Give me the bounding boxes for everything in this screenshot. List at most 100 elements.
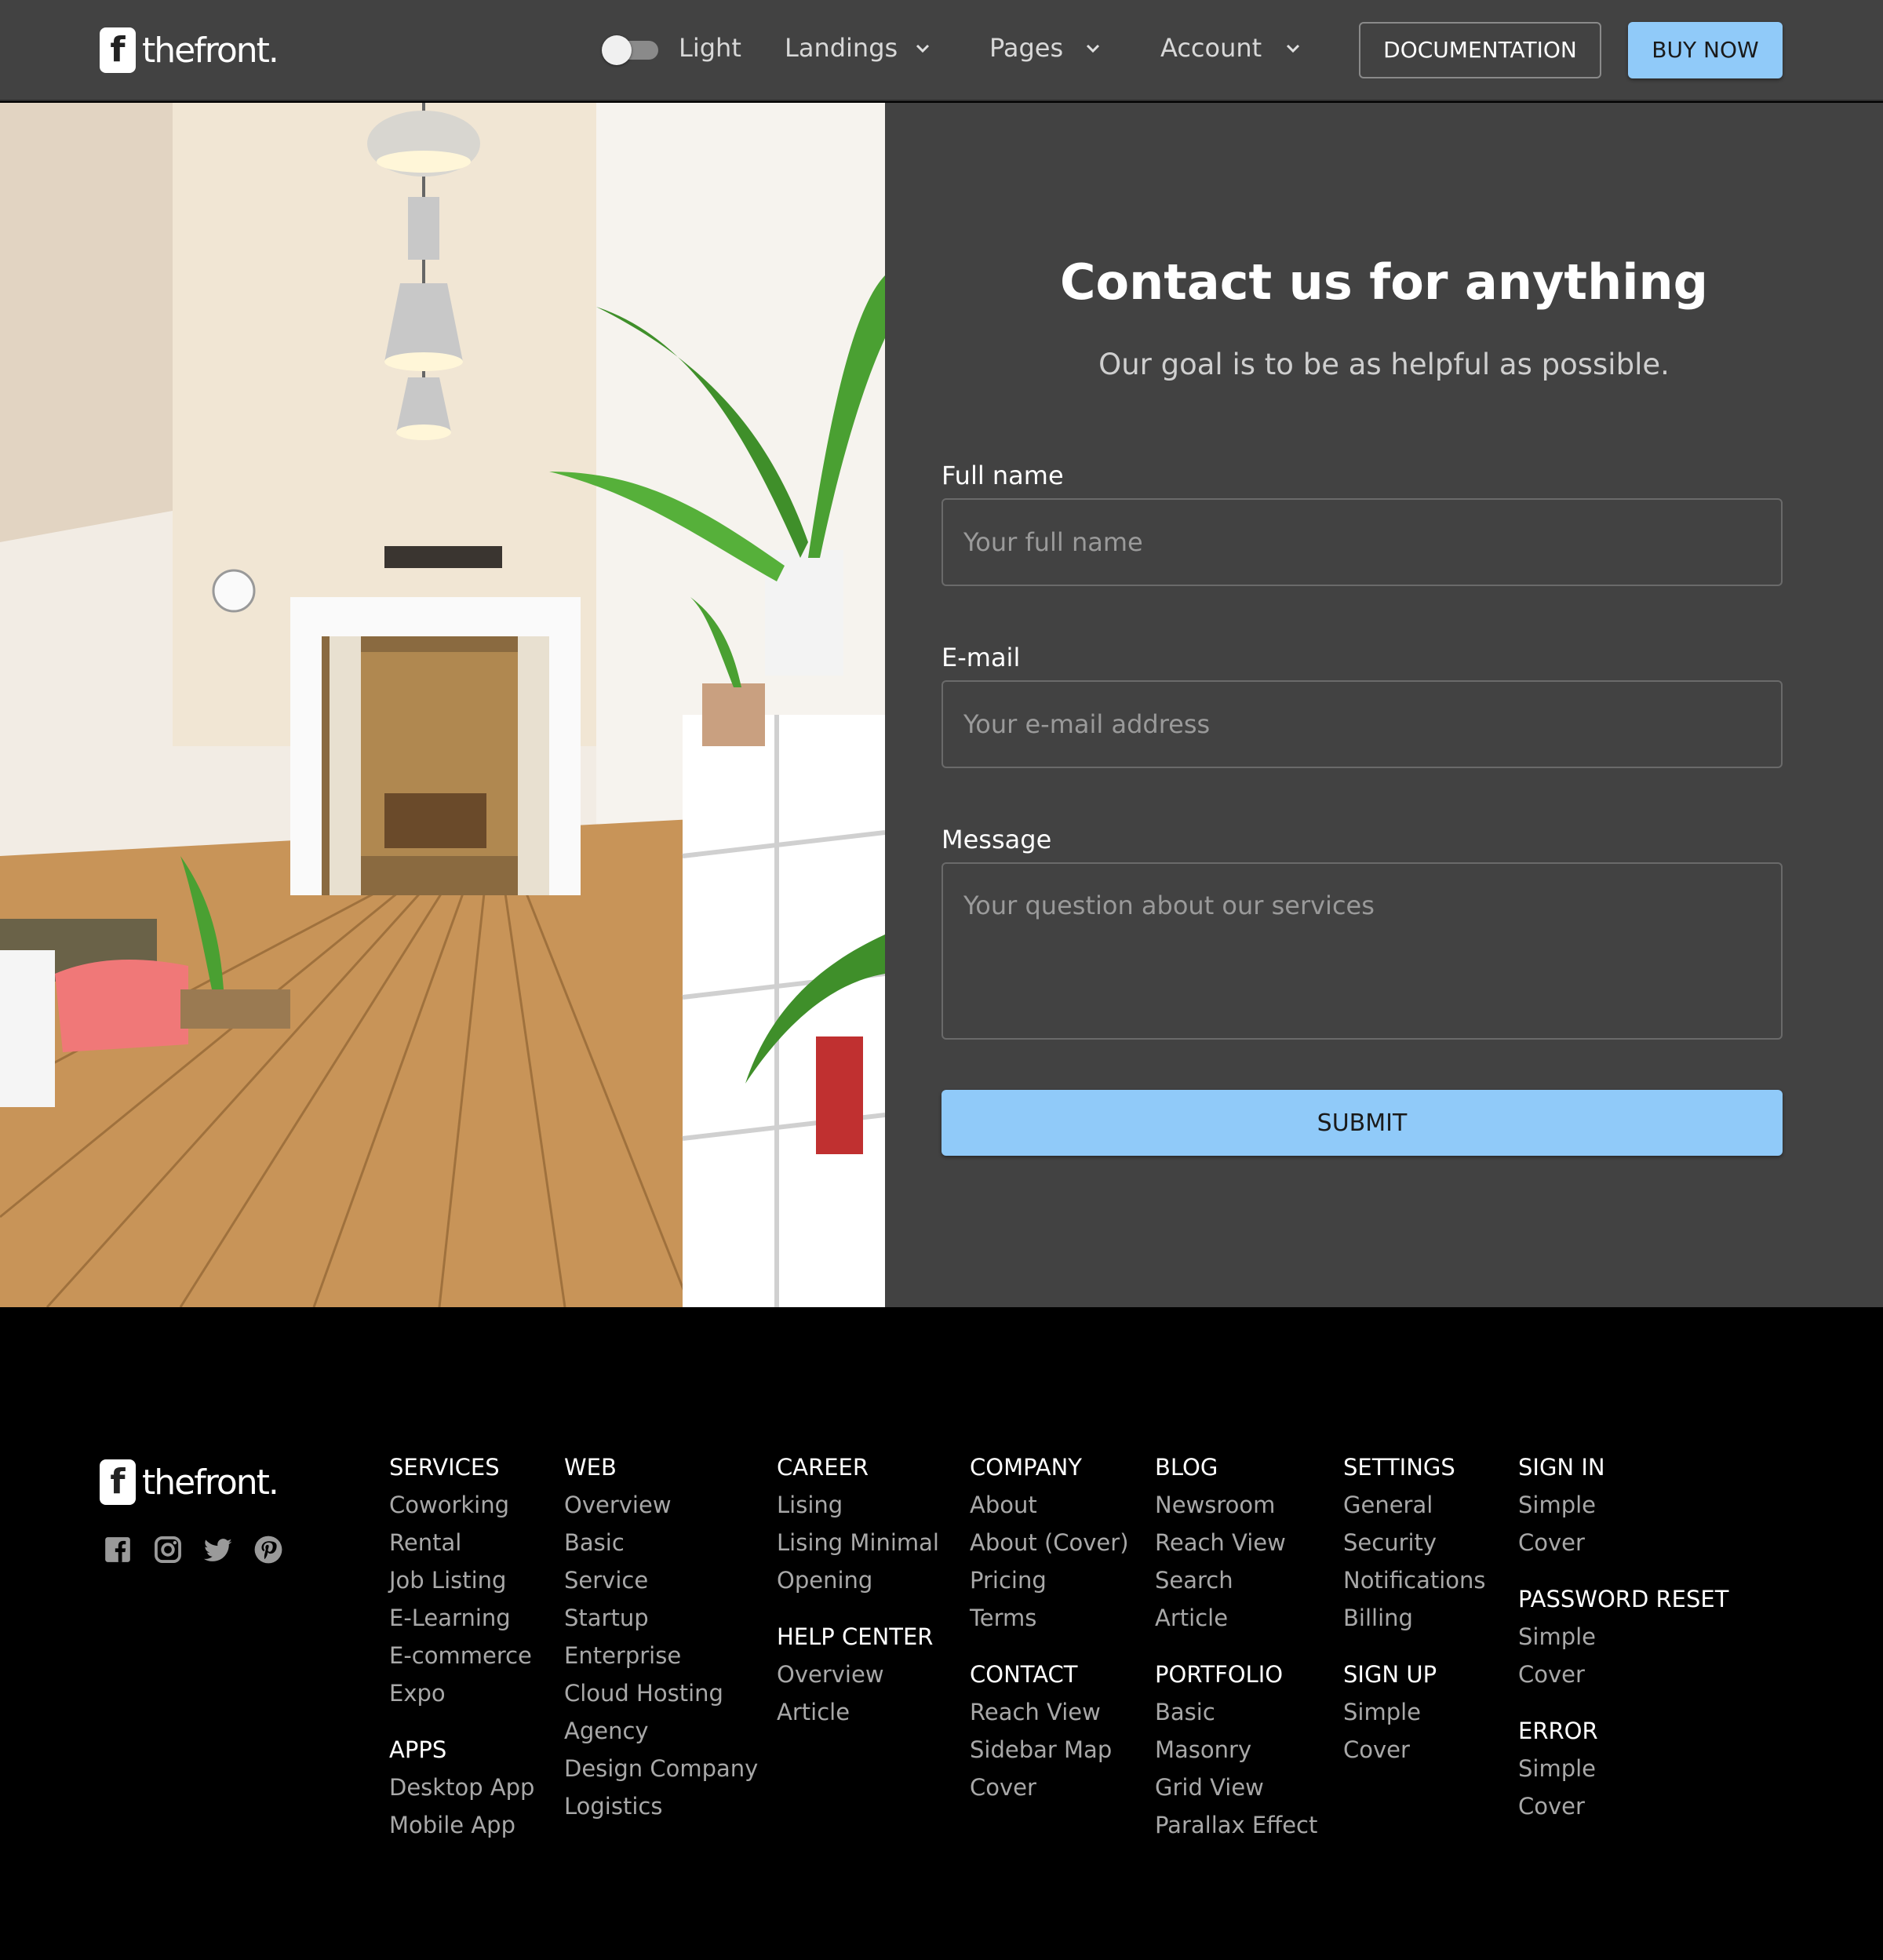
footer-link[interactable]: Article xyxy=(777,1693,939,1731)
footer-group-spacer xyxy=(970,1637,1129,1656)
office-interior-photo xyxy=(0,103,885,1307)
footer-link[interactable]: Cover xyxy=(1518,1524,1728,1561)
footer-link[interactable]: Agency xyxy=(564,1712,758,1750)
footer-link[interactable]: Cover xyxy=(970,1769,1129,1806)
footer-link[interactable]: Cover xyxy=(1343,1731,1486,1769)
footer-column: WEB Overview Basic Service Startup Enterprise… xyxy=(564,1448,758,1825)
footer-column: COMPANY About About (Cover) Pricing Terms CON… xyxy=(970,1448,1129,1806)
footer-link[interactable]: Lising Minimal xyxy=(777,1524,939,1561)
footer-group-title: APPS xyxy=(389,1736,447,1763)
footer-link[interactable]: Cloud Hosting xyxy=(564,1674,758,1712)
nav-landings[interactable]: Landings xyxy=(785,33,898,63)
footer-link[interactable]: Overview xyxy=(564,1486,758,1524)
footer-link[interactable]: Newsroom xyxy=(1155,1486,1317,1524)
footer-group-title: ERROR xyxy=(1518,1718,1598,1744)
footer-link[interactable]: Design Company xyxy=(564,1750,758,1787)
footer-link[interactable]: Simple xyxy=(1518,1618,1728,1656)
footer-column: CAREER Lising Lising Minimal Opening HELP CE… xyxy=(777,1448,939,1731)
footer-link[interactable]: General xyxy=(1343,1486,1486,1524)
footer-link[interactable]: Article xyxy=(1155,1599,1317,1637)
nav-pages[interactable]: Pages xyxy=(989,33,1063,63)
footer-link[interactable]: Notifications xyxy=(1343,1561,1486,1599)
footer-link[interactable]: Coworking xyxy=(389,1486,534,1524)
footer-group-title: CAREER xyxy=(777,1454,869,1481)
footer-group-title: SERVICES xyxy=(389,1454,500,1481)
footer-link[interactable]: Logistics xyxy=(564,1787,758,1825)
footer-brand-logo[interactable]: f thefront. xyxy=(100,1459,279,1505)
footer-link[interactable]: About (Cover) xyxy=(970,1524,1129,1561)
theme-toggle[interactable] xyxy=(602,35,660,65)
footer-link[interactable]: Pricing xyxy=(970,1561,1129,1599)
footer-link[interactable]: Reach View xyxy=(970,1693,1129,1731)
page-subtitle: Our goal is to be as helpful as possible… xyxy=(1098,348,1670,381)
footer-link[interactable]: Reach View xyxy=(1155,1524,1317,1561)
footer-link[interactable]: E-Learning xyxy=(389,1599,534,1637)
footer-link[interactable]: Basic xyxy=(1155,1693,1317,1731)
buy-now-button[interactable]: BUY NOW xyxy=(1628,22,1783,78)
footer-link[interactable]: Service xyxy=(564,1561,758,1599)
message-label: Message xyxy=(942,825,1052,854)
message-field[interactable] xyxy=(942,862,1783,1040)
footer-group-spacer xyxy=(777,1599,939,1618)
footer-group-title: CONTACT xyxy=(970,1661,1078,1688)
footer-group-title: SETTINGS xyxy=(1343,1454,1455,1481)
footer-link[interactable]: Search xyxy=(1155,1561,1317,1599)
footer-group-title: WEB xyxy=(564,1454,617,1481)
chevron-down-icon[interactable] xyxy=(1284,39,1302,58)
footer-link[interactable]: Security xyxy=(1343,1524,1486,1561)
footer-link[interactable]: Simple xyxy=(1343,1693,1486,1731)
email-field[interactable] xyxy=(942,680,1783,768)
footer-link[interactable]: Simple xyxy=(1518,1486,1728,1524)
full-name-label: Full name xyxy=(942,461,1064,490)
footer-group-title: COMPANY xyxy=(970,1454,1082,1481)
footer-group-title: SIGN IN xyxy=(1518,1454,1605,1481)
footer-column: SETTINGS General Security Notifications Bill… xyxy=(1343,1448,1486,1769)
footer-link[interactable]: Billing xyxy=(1343,1599,1486,1637)
footer-column: SERVICES Coworking Rental Job Listing E-Lear… xyxy=(389,1448,534,1844)
chevron-down-icon[interactable] xyxy=(1084,39,1102,58)
full-name-field[interactable] xyxy=(942,498,1783,586)
footer-link[interactable]: Terms xyxy=(970,1599,1129,1637)
chevron-down-icon[interactable] xyxy=(913,39,932,58)
footer-link[interactable]: Startup xyxy=(564,1599,758,1637)
footer: f thefront. SERVICES Coworking Rental Job L… xyxy=(0,1307,1883,1960)
footer-link[interactable]: Sidebar Map xyxy=(970,1731,1129,1769)
social-links xyxy=(103,1535,283,1565)
footer-link[interactable]: Enterprise xyxy=(564,1637,758,1674)
footer-link[interactable]: Desktop App xyxy=(389,1769,534,1806)
footer-group-title: BLOG xyxy=(1155,1454,1218,1481)
footer-link[interactable]: Expo xyxy=(389,1674,534,1712)
documentation-button[interactable]: DOCUMENTATION xyxy=(1359,22,1601,78)
footer-group-spacer xyxy=(1518,1561,1728,1580)
page-title: Contact us for anything xyxy=(1060,253,1708,311)
footer-link[interactable]: Mobile App xyxy=(389,1806,534,1844)
footer-group-spacer xyxy=(1343,1637,1486,1656)
footer-column: BLOG Newsroom Reach View Search Article PORTF… xyxy=(1155,1448,1317,1844)
instagram-icon[interactable] xyxy=(153,1535,183,1565)
submit-button[interactable]: SUBMIT xyxy=(942,1090,1783,1156)
twitter-icon[interactable] xyxy=(203,1535,233,1565)
footer-link[interactable]: Basic xyxy=(564,1524,758,1561)
footer-link[interactable]: Overview xyxy=(777,1656,939,1693)
toggle-thumb xyxy=(602,35,632,65)
facebook-icon[interactable] xyxy=(103,1535,133,1565)
pinterest-icon[interactable] xyxy=(253,1535,283,1565)
footer-link[interactable]: Opening xyxy=(777,1561,939,1599)
brand-logo[interactable]: f thefront. xyxy=(100,27,279,73)
footer-link[interactable]: Simple xyxy=(1518,1750,1728,1787)
footer-group-title: HELP CENTER xyxy=(777,1623,934,1650)
footer-link[interactable]: Cover xyxy=(1518,1656,1728,1693)
footer-group-spacer xyxy=(1518,1693,1728,1712)
top-navbar: f thefront. Light Landings Pages Account… xyxy=(0,0,1883,101)
footer-link[interactable]: Cover xyxy=(1518,1787,1728,1825)
footer-link[interactable]: Grid View xyxy=(1155,1769,1317,1806)
footer-link[interactable]: Masonry xyxy=(1155,1731,1317,1769)
nav-account[interactable]: Account xyxy=(1160,33,1262,63)
footer-link[interactable]: Job Listing xyxy=(389,1561,534,1599)
footer-link[interactable]: About xyxy=(970,1486,1129,1524)
footer-link[interactable]: Rental xyxy=(389,1524,534,1561)
footer-group-title: PORTFOLIO xyxy=(1155,1661,1284,1688)
footer-link[interactable]: E-commerce xyxy=(389,1637,534,1674)
footer-link[interactable]: Parallax Effect xyxy=(1155,1806,1317,1844)
footer-link[interactable]: Lising xyxy=(777,1486,939,1524)
